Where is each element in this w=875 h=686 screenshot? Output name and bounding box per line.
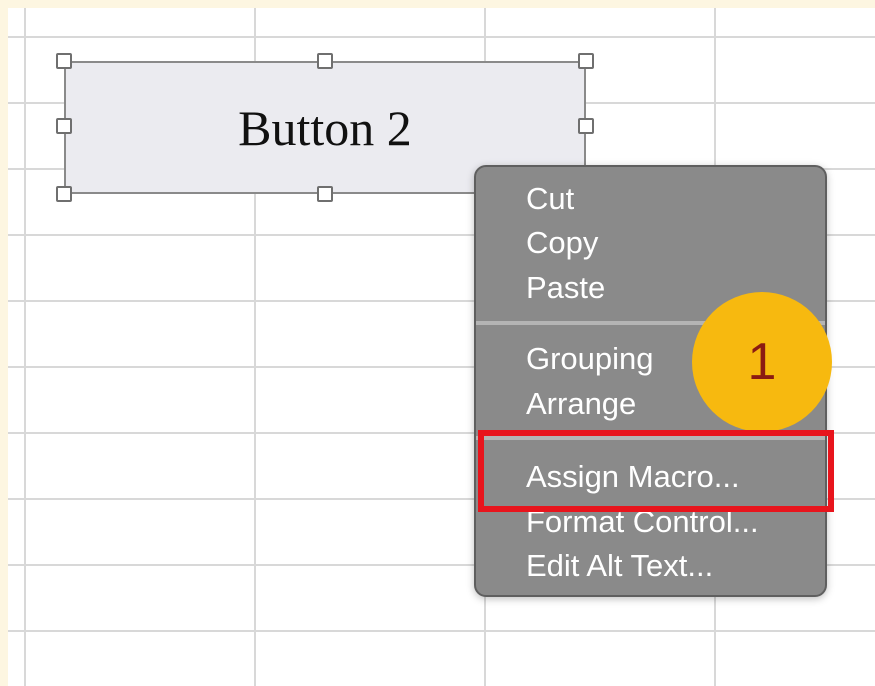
- resize-handle-top-center[interactable]: [317, 53, 333, 69]
- menu-item-copy[interactable]: Copy: [526, 227, 598, 258]
- resize-handle-bottom-center[interactable]: [317, 186, 333, 202]
- resize-handle-top-left[interactable]: [56, 53, 72, 69]
- menu-item-paste[interactable]: Paste: [526, 272, 605, 303]
- menu-item-edit-alt-text[interactable]: Edit Alt Text...: [526, 550, 713, 581]
- menu-item-arrange[interactable]: Arrange: [526, 388, 636, 419]
- menu-item-cut[interactable]: Cut: [526, 183, 574, 214]
- resize-handle-bottom-left[interactable]: [56, 186, 72, 202]
- step-number: 1: [747, 333, 777, 391]
- step-number-badge: 1: [692, 292, 832, 432]
- resize-handle-middle-right[interactable]: [578, 118, 594, 134]
- resize-handle-top-right[interactable]: [578, 53, 594, 69]
- highlight-box: [478, 430, 834, 512]
- resize-handle-middle-left[interactable]: [56, 118, 72, 134]
- form-button-label: Button 2: [238, 99, 412, 156]
- menu-item-grouping[interactable]: Grouping: [526, 343, 654, 374]
